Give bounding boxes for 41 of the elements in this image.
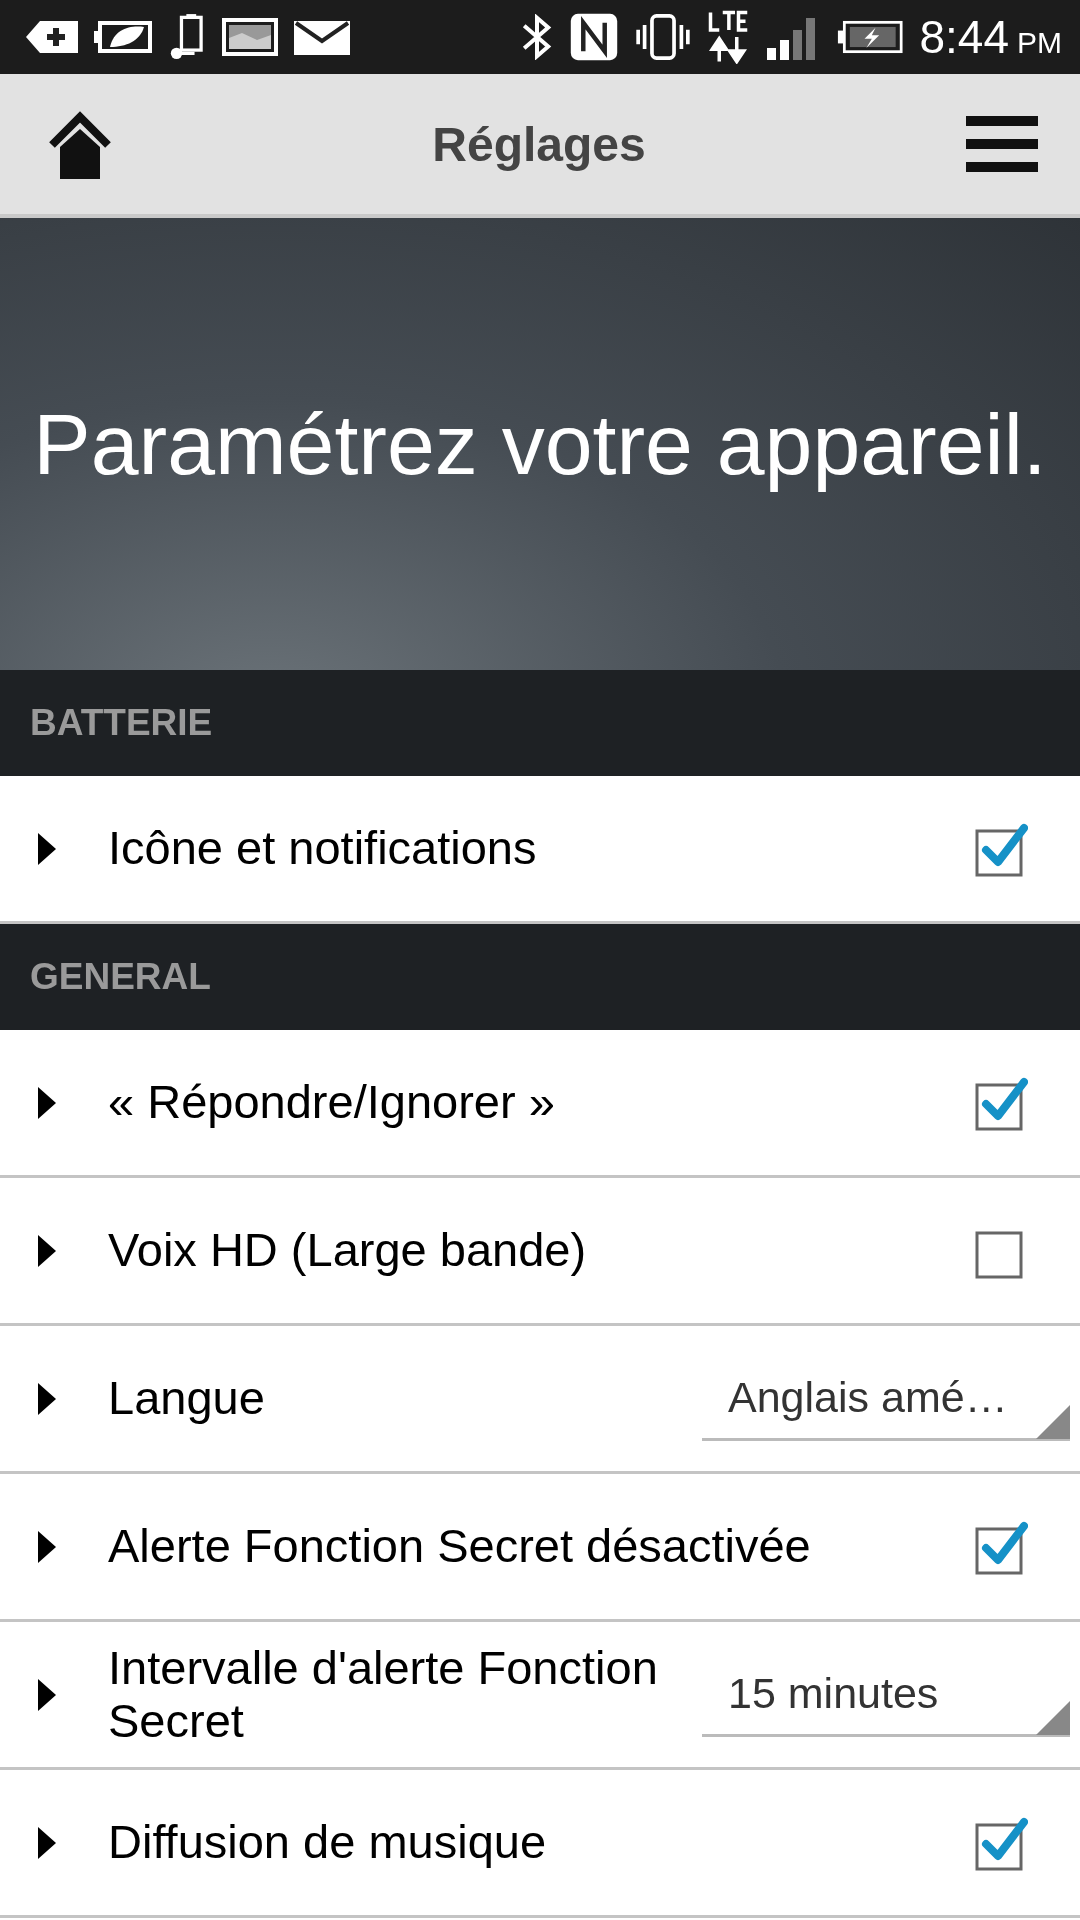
- expand-arrow-icon: [38, 1382, 56, 1415]
- battery-charging-icon: [837, 20, 904, 54]
- dropdown-corner-icon: [1036, 1700, 1070, 1735]
- expand-arrow-icon: [38, 1530, 56, 1563]
- settings-row[interactable]: Alerte Fonction Secret désactivée: [0, 1474, 1080, 1622]
- dropdown[interactable]: Anglais amé…: [702, 1356, 1070, 1441]
- clock-ampm: PM: [1017, 26, 1062, 60]
- image-icon: [222, 18, 278, 56]
- bluetooth-icon: [521, 14, 554, 60]
- page-title: Réglages: [432, 116, 646, 172]
- settings-row[interactable]: Diffusion de musique: [0, 1770, 1080, 1918]
- tag-plus-icon: [26, 19, 78, 55]
- settings-row[interactable]: Voix HD (Large bande): [0, 1178, 1080, 1326]
- row-label: Intervalle d'alerte Fonction Secret: [108, 1641, 659, 1748]
- expand-arrow-icon: [38, 832, 56, 865]
- section-title: BATTERIE: [30, 702, 213, 744]
- menu-icon[interactable]: [966, 114, 1038, 174]
- expand-arrow-icon: [38, 1678, 56, 1711]
- settings-row[interactable]: Intervalle d'alerte Fonction Secret 15 minutes: [0, 1622, 1080, 1770]
- battery-leaf-icon: [94, 19, 154, 55]
- row-label: Diffusion de musique: [108, 1816, 548, 1869]
- vibrate-icon: [635, 14, 692, 60]
- settings-row[interactable]: Langue Anglais amé…: [0, 1326, 1080, 1474]
- nfc-icon: [569, 12, 620, 62]
- expand-arrow-icon: [38, 1234, 56, 1267]
- row-label: Icône et notifications: [108, 822, 538, 875]
- section-title: GENERAL: [30, 956, 211, 998]
- dropdown[interactable]: 15 minutes: [702, 1652, 1070, 1737]
- clock-time: 8:44: [919, 10, 1009, 64]
- hero-text: Paramétrez votre appareil.: [33, 394, 1047, 494]
- expand-arrow-icon: [38, 1826, 56, 1859]
- dropdown-corner-icon: [1036, 1404, 1070, 1439]
- mail-icon: [294, 19, 350, 55]
- row-label: Langue: [108, 1372, 266, 1425]
- settings-row[interactable]: « Répondre/Ignorer »: [0, 1030, 1080, 1178]
- battery-plug-icon: [170, 14, 206, 60]
- row-label: Voix HD (Large bande): [108, 1224, 588, 1277]
- row-label: « Répondre/Ignorer »: [108, 1076, 556, 1129]
- expand-arrow-icon: [38, 1086, 56, 1119]
- lte-data-icon: [707, 10, 750, 64]
- row-label: Alerte Fonction Secret désactivée: [108, 1520, 812, 1573]
